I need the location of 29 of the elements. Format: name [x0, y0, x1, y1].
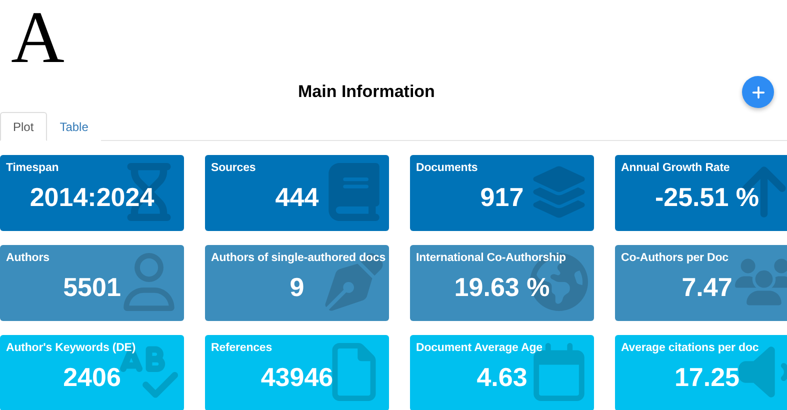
stat-label: References: [210, 341, 272, 354]
stat-value: 2014:2024: [30, 182, 154, 213]
stat-label: Average citations per doc: [620, 341, 759, 354]
stat-value: -25.51 %: [654, 182, 760, 213]
tab[interactable]: Plot: [0, 112, 47, 141]
stat-value: 4.63: [476, 362, 528, 393]
stat-label: Author's Keywords (DE): [5, 341, 136, 354]
stat-label: Authors: [5, 251, 50, 264]
stat-label: Sources: [210, 161, 256, 174]
stat-value: 9: [290, 272, 304, 303]
stat-value: 19.63 %: [454, 272, 550, 303]
stat-value: 5501: [63, 272, 121, 303]
stat-label: Timespan: [5, 161, 59, 174]
add-button[interactable]: [742, 76, 774, 108]
stat-label: Authors of single-authored docs: [210, 251, 386, 264]
stat-label: Documents: [415, 161, 478, 174]
stat-value: 2406: [63, 362, 121, 393]
stat-value: 7.47: [682, 272, 732, 303]
stat-value: 43946: [260, 362, 334, 393]
stat-value: 444: [275, 182, 319, 213]
logo: A: [10, 0, 64, 72]
stat-label: Co-Authors per Doc: [620, 251, 728, 264]
stat-label: Document Average Age: [415, 341, 542, 354]
section-title: Main Information: [298, 82, 435, 102]
stat-label: Annual Growth Rate: [620, 161, 730, 174]
stat-value: 917: [480, 182, 524, 213]
stat-value: 17.25: [674, 362, 740, 393]
plus-icon: [750, 84, 766, 100]
stat-label: International Co-Authorship: [415, 251, 566, 264]
